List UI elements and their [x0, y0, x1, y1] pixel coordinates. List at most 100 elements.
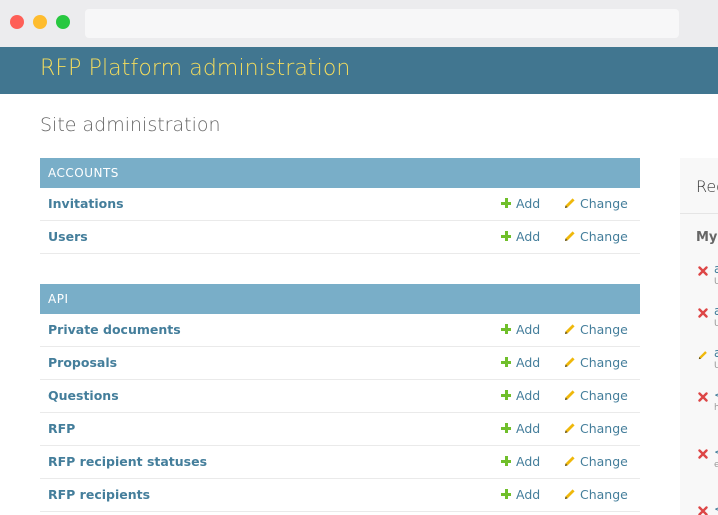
action-content-type: U: [714, 361, 718, 371]
change-link[interactable]: Change: [564, 454, 628, 469]
model-link-private-documents[interactable]: Private documents: [48, 322, 181, 337]
divider: [680, 213, 718, 214]
add-icon: [501, 324, 511, 334]
recent-actions-panel: Rec My a U a U a U < h < e: [680, 158, 718, 515]
module-caption[interactable]: Accounts: [40, 158, 640, 188]
delete-icon: [698, 449, 708, 459]
add-link[interactable]: Add: [501, 487, 540, 502]
model-link-rfp-recipients[interactable]: RFP recipients: [48, 487, 150, 502]
add-label: Add: [516, 454, 541, 469]
model-row: RFP Add Change: [40, 413, 640, 446]
recent-action-item[interactable]: < h: [696, 388, 718, 418]
add-link[interactable]: Add: [501, 322, 540, 337]
model-row: Invitations Add Change: [40, 188, 640, 221]
pencil-icon: [565, 357, 575, 367]
recent-action-item[interactable]: a U: [696, 346, 718, 376]
change-link[interactable]: Change: [564, 388, 628, 403]
main-content: Site administration Accounts Invitations…: [0, 94, 718, 515]
module-caption[interactable]: API: [40, 284, 640, 314]
add-icon: [501, 357, 511, 367]
model-row: Users Add Change: [40, 221, 640, 254]
change-label: Change: [580, 355, 628, 370]
module-api: API Private documents Add Change Proposa…: [40, 284, 640, 512]
change-label: Change: [580, 229, 628, 244]
add-label: Add: [516, 355, 541, 370]
change-link[interactable]: Change: [564, 322, 628, 337]
change-link[interactable]: Change: [564, 421, 628, 436]
add-link[interactable]: Add: [501, 421, 540, 436]
pencil-icon: [565, 198, 575, 208]
add-label: Add: [516, 487, 541, 502]
add-link[interactable]: Add: [501, 355, 540, 370]
address-bar[interactable]: [85, 9, 679, 38]
change-link[interactable]: Change: [564, 487, 628, 502]
action-content-type: U: [714, 319, 718, 329]
model-row: Questions Add Change: [40, 380, 640, 413]
add-label: Add: [516, 421, 541, 436]
admin-header: RFP Platform administration: [0, 47, 718, 94]
browser-chrome: [0, 0, 718, 47]
recent-action-item[interactable]: <: [696, 502, 718, 515]
action-content-type: h: [714, 403, 718, 413]
change-label: Change: [580, 454, 628, 469]
page-title: Site administration: [40, 114, 221, 136]
model-row: Private documents Add Change: [40, 314, 640, 347]
maximize-window-button[interactable]: [56, 15, 70, 29]
add-link[interactable]: Add: [501, 388, 540, 403]
model-link-questions[interactable]: Questions: [48, 388, 119, 403]
model-row: RFP recipient statuses Add Change: [40, 446, 640, 479]
my-actions-title: My: [696, 230, 718, 245]
add-label: Add: [516, 388, 541, 403]
add-label: Add: [516, 322, 541, 337]
pencil-icon: [565, 324, 575, 334]
model-link-users[interactable]: Users: [48, 229, 88, 244]
action-object-link[interactable]: <: [714, 388, 718, 402]
add-link[interactable]: Add: [501, 229, 540, 244]
pencil-icon: [565, 423, 575, 433]
module-accounts: Accounts Invitations Add Change Users Ad…: [40, 158, 640, 254]
recent-action-item[interactable]: a U: [696, 304, 718, 334]
change-label: Change: [580, 388, 628, 403]
pencil-icon: [565, 489, 575, 499]
action-content-type: e: [714, 460, 718, 470]
model-link-proposals[interactable]: Proposals: [48, 355, 117, 370]
change-link[interactable]: Change: [564, 229, 628, 244]
close-window-button[interactable]: [10, 15, 24, 29]
change-label: Change: [580, 487, 628, 502]
delete-icon: [698, 506, 708, 515]
model-link-invitations[interactable]: Invitations: [48, 196, 124, 211]
change-label: Change: [580, 196, 628, 211]
model-link-rfp[interactable]: RFP: [48, 421, 75, 436]
action-object-link[interactable]: a: [714, 346, 718, 360]
action-object-link[interactable]: <: [714, 445, 718, 459]
model-link-rfp-recipient-statuses[interactable]: RFP recipient statuses: [48, 454, 207, 469]
delete-icon: [698, 266, 708, 276]
add-icon: [501, 390, 511, 400]
delete-icon: [698, 308, 708, 318]
change-link[interactable]: Change: [564, 196, 628, 211]
add-icon: [501, 489, 511, 499]
add-label: Add: [516, 229, 541, 244]
recent-action-item[interactable]: a U: [696, 262, 718, 292]
action-object-link[interactable]: <: [714, 502, 718, 515]
delete-icon: [698, 392, 708, 402]
pencil-icon: [565, 231, 575, 241]
pencil-icon: [698, 351, 707, 360]
change-link[interactable]: Change: [564, 355, 628, 370]
change-label: Change: [580, 322, 628, 337]
add-link[interactable]: Add: [501, 454, 540, 469]
site-brand-link[interactable]: RFP Platform administration: [40, 56, 350, 81]
action-content-type: U: [714, 277, 718, 287]
minimize-window-button[interactable]: [33, 15, 47, 29]
add-icon: [501, 423, 511, 433]
model-row: Proposals Add Change: [40, 347, 640, 380]
action-object-link[interactable]: a: [714, 304, 718, 318]
pencil-icon: [565, 390, 575, 400]
add-icon: [501, 456, 511, 466]
recent-actions-title: Rec: [696, 177, 718, 196]
change-label: Change: [580, 421, 628, 436]
add-link[interactable]: Add: [501, 196, 540, 211]
pencil-icon: [565, 456, 575, 466]
recent-action-item[interactable]: < e: [696, 445, 718, 475]
action-object-link[interactable]: a: [714, 262, 718, 276]
